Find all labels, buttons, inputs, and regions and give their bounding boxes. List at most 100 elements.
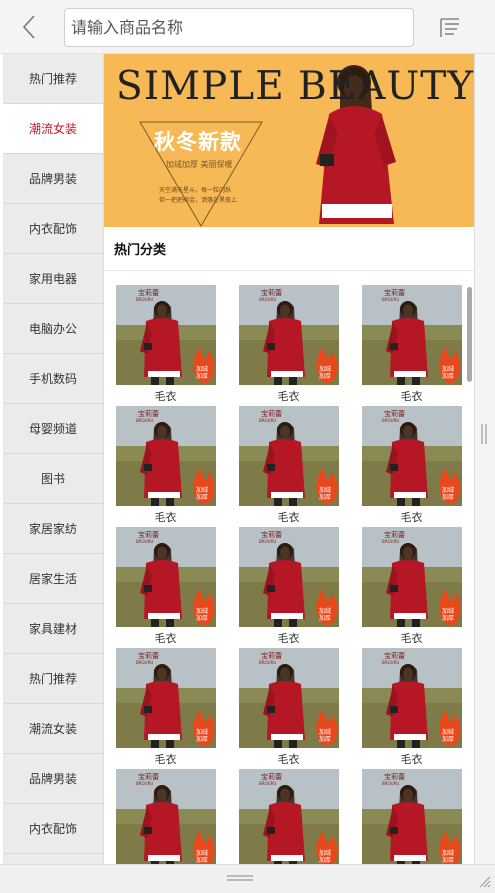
product-card[interactable]: 宝莉蕾 BROURU 加绒 加厚 毛衣	[104, 406, 227, 527]
svg-text:加绒: 加绒	[196, 849, 208, 857]
svg-text:BROURU: BROURU	[136, 297, 153, 302]
product-image: 宝莉蕾 BROURU 加绒 加厚	[238, 769, 339, 864]
sidebar-item[interactable]: 潮流女装	[3, 104, 103, 154]
svg-text:加绒: 加绒	[196, 728, 208, 736]
svg-text:加绒: 加绒	[442, 486, 454, 494]
product-name: 毛衣	[277, 511, 300, 524]
svg-text:宝莉蕾: 宝莉蕾	[138, 288, 159, 297]
sidebar-item[interactable]: 手机数码	[3, 354, 103, 404]
sidebar-item[interactable]: 内衣配饰	[3, 204, 103, 254]
svg-text:加厚: 加厚	[442, 856, 454, 864]
sidebar-item[interactable]: 热门推荐	[3, 54, 103, 104]
product-name: 毛衣	[154, 632, 177, 645]
product-card[interactable]: 宝莉蕾 BROURU 加绒 加厚 毛衣	[104, 527, 227, 648]
section-title: 热门分类	[104, 227, 474, 271]
svg-text:宝莉蕾: 宝莉蕾	[138, 651, 159, 660]
sidebar-item[interactable]: 母婴频道	[3, 404, 103, 454]
product-name: 毛衣	[400, 511, 423, 524]
svg-text:BROURU: BROURU	[136, 660, 153, 665]
svg-text:BROURU: BROURU	[259, 660, 276, 665]
svg-text:BROURU: BROURU	[136, 539, 153, 544]
product-card[interactable]: 宝莉蕾 BROURU 加绒 加厚 毛衣	[350, 285, 473, 406]
bottom-drag-handle-icon[interactable]	[226, 873, 254, 883]
back-button[interactable]	[14, 12, 44, 42]
svg-text:加厚: 加厚	[196, 735, 208, 743]
sidebar-item[interactable]: 热门推荐	[3, 654, 103, 704]
product-card[interactable]: 宝莉蕾 BROURU 加绒 加厚 毛衣	[104, 769, 227, 864]
svg-text:加绒: 加绒	[442, 728, 454, 736]
sidebar-item[interactable]: 潮流女装	[3, 704, 103, 754]
product-card[interactable]: 宝莉蕾 BROURU 加绒 加厚 毛衣	[227, 527, 350, 648]
product-card[interactable]: 宝莉蕾 BROURU 加绒 加厚 毛衣	[104, 648, 227, 769]
svg-text:加厚: 加厚	[442, 372, 454, 380]
svg-text:宝莉蕾: 宝莉蕾	[261, 772, 282, 781]
product-image: 宝莉蕾 BROURU 加绒 加厚	[361, 648, 462, 748]
sidebar-item[interactable]: 居家生活	[3, 554, 103, 604]
vertical-scrollbar[interactable]	[467, 287, 472, 382]
svg-text:BROURU: BROURU	[382, 418, 399, 423]
list-menu-icon[interactable]	[436, 14, 464, 42]
product-name: 毛衣	[154, 511, 177, 524]
svg-text:加厚: 加厚	[442, 493, 454, 501]
product-card[interactable]: 宝莉蕾 BROURU 加绒 加厚 毛衣	[227, 406, 350, 527]
product-card[interactable]: 宝莉蕾 BROURU 加绒 加厚 毛衣	[350, 769, 473, 864]
product-name: 毛衣	[277, 753, 300, 766]
product-name: 毛衣	[400, 753, 423, 766]
svg-text:BROURU: BROURU	[382, 297, 399, 302]
svg-text:加厚: 加厚	[442, 614, 454, 622]
sidebar-item[interactable]: 内衣配饰	[3, 804, 103, 854]
product-card[interactable]: 宝莉蕾 BROURU 加绒 加厚 毛衣	[350, 648, 473, 769]
product-card[interactable]: 宝莉蕾 BROURU 加绒 加厚 毛衣	[227, 769, 350, 864]
product-card[interactable]: 宝莉蕾 BROURU 加绒 加厚 毛衣	[350, 406, 473, 527]
product-image: 宝莉蕾 BROURU 加绒 加厚	[238, 527, 339, 627]
product-image: 宝莉蕾 BROURU 加绒 加厚	[115, 769, 216, 864]
sidebar-item[interactable]: 家居家纺	[3, 504, 103, 554]
svg-text:宝莉蕾: 宝莉蕾	[138, 772, 159, 781]
product-row: 宝莉蕾 BROURU 加绒 加厚 毛衣 宝莉蕾 BROURU 加绒 加厚 毛衣	[104, 769, 474, 864]
svg-text:加绒: 加绒	[319, 607, 331, 615]
svg-text:加厚: 加厚	[319, 735, 331, 743]
resize-grip-icon[interactable]	[477, 874, 491, 888]
sidebar-item[interactable]: 家用电器	[3, 254, 103, 304]
svg-text:宝莉蕾: 宝莉蕾	[261, 288, 282, 297]
product-image: 宝莉蕾 BROURU 加绒 加厚	[115, 648, 216, 748]
product-card[interactable]: 宝莉蕾 BROURU 加绒 加厚 毛衣	[104, 285, 227, 406]
sidebar-item[interactable]: 品牌男装	[3, 154, 103, 204]
svg-text:加绒: 加绒	[442, 849, 454, 857]
product-card[interactable]: 宝莉蕾 BROURU 加绒 加厚 毛衣	[227, 648, 350, 769]
promo-banner[interactable]: SIMPLE BEAUTY 秋冬新款 加绒加厚 美丽保暖 天空满天星斗，每一粒闪…	[104, 54, 474, 227]
product-image: 宝莉蕾 BROURU 加绒 加厚	[361, 285, 462, 385]
svg-text:宝莉蕾: 宝莉蕾	[384, 530, 405, 539]
search-input[interactable]	[64, 8, 414, 47]
svg-text:加厚: 加厚	[319, 856, 331, 864]
svg-text:BROURU: BROURU	[259, 297, 276, 302]
svg-text:宝莉蕾: 宝莉蕾	[261, 651, 282, 660]
sidebar-item[interactable]: 家具建材	[3, 604, 103, 654]
svg-text:加绒: 加绒	[319, 728, 331, 736]
product-grid: 宝莉蕾 BROURU 加绒 加厚 毛衣 宝莉蕾 BROURU 加绒 加厚 毛衣	[104, 271, 474, 864]
svg-text:加厚: 加厚	[319, 493, 331, 501]
banner-badge-title: 秋冬新款	[154, 130, 242, 154]
banner-copy-line1: 天空满天星斗，每一粒闪烁	[159, 187, 232, 194]
product-card[interactable]: 宝莉蕾 BROURU 加绒 加厚 毛衣	[350, 527, 473, 648]
svg-text:宝莉蕾: 宝莉蕾	[384, 772, 405, 781]
svg-text:BROURU: BROURU	[136, 418, 153, 423]
svg-text:BROURU: BROURU	[259, 418, 276, 423]
svg-text:加绒: 加绒	[319, 849, 331, 857]
category-sidebar: 热门推荐 潮流女装 品牌男装 内衣配饰 家用电器 电脑办公 手机数码 母婴频道 图书 家居家纺 居家…	[3, 54, 104, 864]
svg-text:加绒: 加绒	[196, 607, 208, 615]
sidebar-item[interactable]: 图书	[3, 454, 103, 504]
svg-text:加厚: 加厚	[442, 735, 454, 743]
sidebar-item[interactable]: 品牌男装	[3, 754, 103, 804]
svg-text:加厚: 加厚	[196, 614, 208, 622]
sidebar-item[interactable]: 电脑办公	[3, 304, 103, 354]
product-name: 毛衣	[400, 390, 423, 403]
product-row: 宝莉蕾 BROURU 加绒 加厚 毛衣 宝莉蕾 BROURU 加绒 加厚 毛衣	[104, 527, 474, 648]
svg-text:加厚: 加厚	[196, 493, 208, 501]
product-image: 宝莉蕾 BROURU 加绒 加厚	[361, 406, 462, 506]
side-drag-handle-icon[interactable]	[480, 422, 488, 446]
banner-headline: SIMPLE BEAUTY	[116, 64, 474, 109]
product-row: 宝莉蕾 BROURU 加绒 加厚 毛衣 宝莉蕾 BROURU 加绒 加厚 毛衣	[104, 648, 474, 769]
product-card[interactable]: 宝莉蕾 BROURU 加绒 加厚 毛衣	[227, 285, 350, 406]
svg-text:宝莉蕾: 宝莉蕾	[138, 530, 159, 539]
